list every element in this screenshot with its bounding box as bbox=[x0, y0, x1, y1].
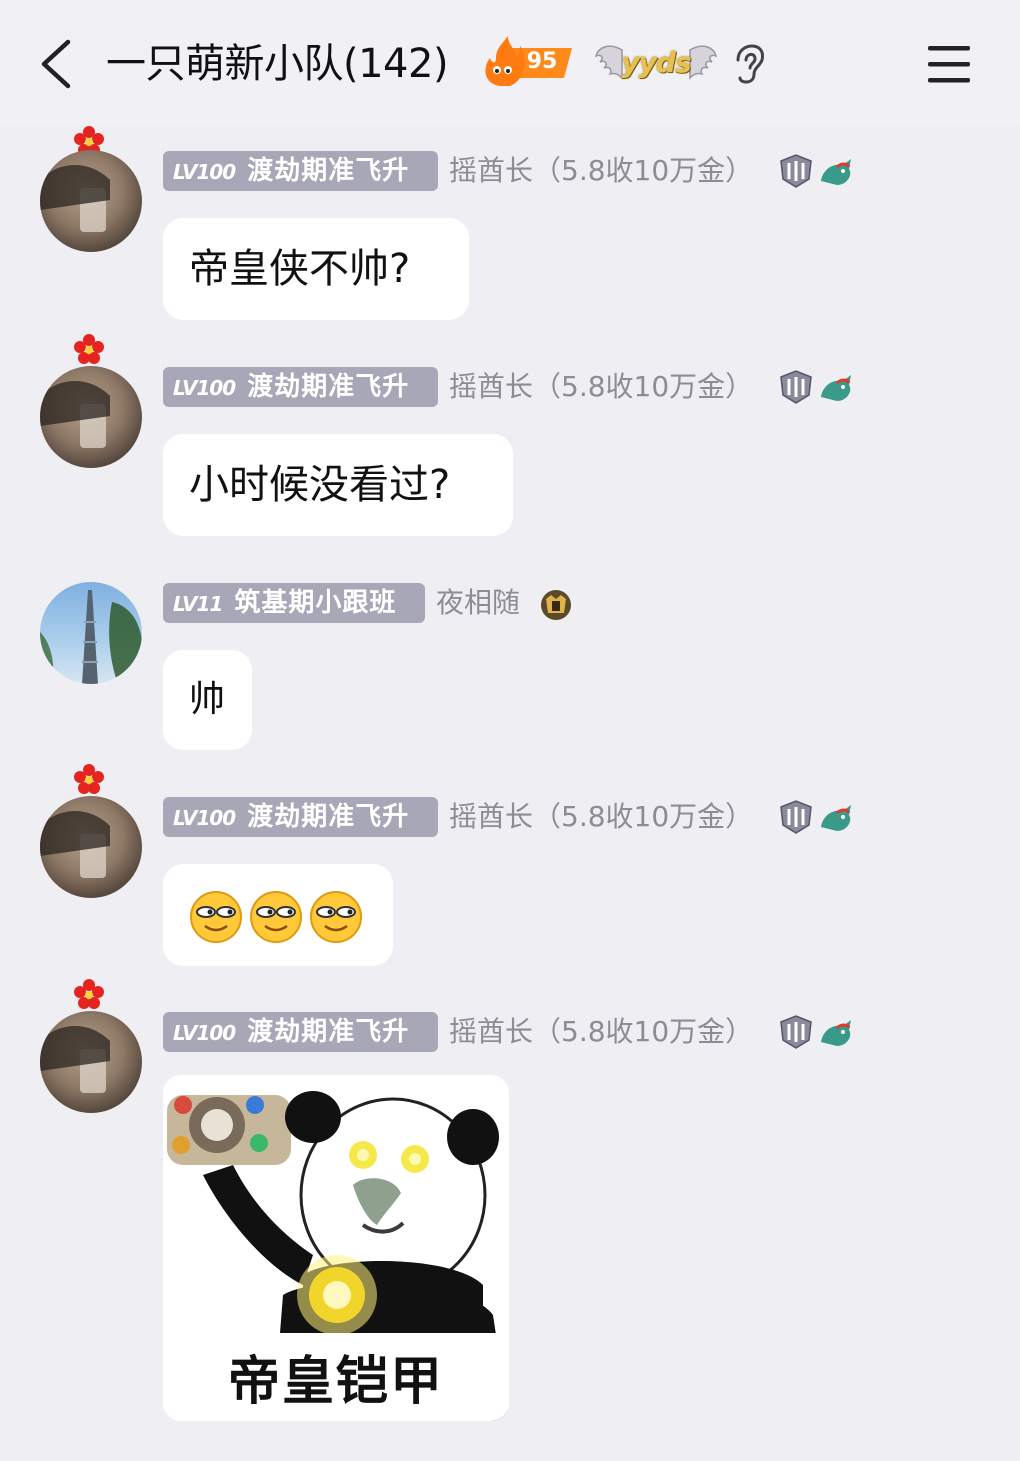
message-bubble[interactable]: 帝皇侠不帅? bbox=[163, 218, 469, 320]
message-bubble[interactable] bbox=[163, 864, 393, 966]
sticker-caption: 帝皇铠甲 bbox=[227, 1352, 444, 1412]
sticker-image[interactable]: 帝皇铠甲 bbox=[163, 1075, 509, 1421]
level-rank: 筑基期小跟班 bbox=[234, 588, 397, 618]
sender-row: LV100 渡劫期准飞升 摇酋长（5.8收10万金） bbox=[163, 797, 863, 837]
message-bubble[interactable]: 小时候没看过? bbox=[163, 434, 513, 536]
level-value: LV100 bbox=[173, 1021, 236, 1045]
avatar[interactable] bbox=[40, 150, 142, 252]
level-value: LV100 bbox=[173, 376, 236, 400]
red-flower-icon bbox=[74, 764, 104, 794]
chat-message: LV100 渡劫期准飞升 摇酋长（5.8收10万金） 帝皇侠不帅? bbox=[0, 124, 1020, 330]
level-value: LV11 bbox=[173, 592, 223, 616]
shield-badge-icon bbox=[780, 800, 812, 834]
sender-name[interactable]: 摇酋长（5.8收10万金） bbox=[449, 151, 753, 191]
smirk-emoji-icon bbox=[310, 891, 362, 943]
chat-message: LV11 筑基期小跟班 夜相随 帅 bbox=[0, 582, 1020, 752]
sender-row: LV100 渡劫期准飞升 摇酋长（5.8收10万金） bbox=[163, 1012, 863, 1052]
avatar[interactable] bbox=[40, 1011, 142, 1113]
avatar[interactable] bbox=[40, 796, 142, 898]
sender-name[interactable]: 摇酋长（5.8收10万金） bbox=[449, 1012, 753, 1052]
level-tag: LV100 渡劫期准飞升 bbox=[163, 1012, 438, 1052]
chat-header: 一只萌新小队(142) 95 yyds bbox=[0, 0, 1020, 126]
fire-count: 95 bbox=[526, 49, 558, 74]
level-value: LV100 bbox=[173, 160, 236, 184]
chat-message: LV100 渡劫期准飞升 摇酋长（5.8收10万金） bbox=[0, 977, 1020, 1421]
dragon-badge-icon bbox=[821, 805, 851, 831]
smirk-emoji-icon bbox=[250, 891, 302, 943]
level-rank: 渡劫期准飞升 bbox=[247, 156, 410, 186]
group-title[interactable]: 一只萌新小队(142) bbox=[106, 36, 449, 92]
chat-message: LV100 渡劫期准飞升 摇酋长（5.8收10万金） bbox=[0, 762, 1020, 968]
back-button[interactable] bbox=[34, 34, 84, 94]
yyds-label: yyds bbox=[621, 46, 691, 79]
avatar[interactable] bbox=[40, 366, 142, 468]
dragon-badge-icon bbox=[821, 1020, 851, 1046]
menu-button[interactable] bbox=[922, 40, 976, 88]
level-tag: LV100 渡劫期准飞升 bbox=[163, 797, 438, 837]
chat-message: LV100 渡劫期准飞升 摇酋长（5.8收10万金） 小时候没看过? bbox=[0, 332, 1020, 538]
ear-icon[interactable] bbox=[730, 42, 766, 86]
shield-badge-icon bbox=[780, 370, 812, 404]
sender-row: LV100 渡劫期准飞升 摇酋长（5.8收10万金） bbox=[163, 151, 863, 191]
shield-badge-icon bbox=[780, 1015, 812, 1049]
message-bubble[interactable]: 帅 bbox=[163, 650, 252, 750]
yyds-badge[interactable]: yyds bbox=[594, 38, 718, 88]
menu-icon bbox=[928, 46, 970, 83]
level-tag: LV100 渡劫期准飞升 bbox=[163, 151, 438, 191]
avatar[interactable] bbox=[40, 582, 142, 684]
level-tag: LV11 筑基期小跟班 bbox=[163, 583, 425, 623]
message-text: 小时候没看过? bbox=[189, 462, 451, 508]
level-value: LV100 bbox=[173, 806, 236, 830]
sender-name[interactable]: 摇酋长（5.8收10万金） bbox=[449, 367, 753, 407]
dragon-badge-icon bbox=[821, 375, 851, 401]
shield-badge-icon bbox=[780, 154, 812, 188]
red-flower-icon bbox=[74, 979, 104, 1009]
level-rank: 渡劫期准飞升 bbox=[247, 802, 410, 832]
level-crown-badge-icon bbox=[541, 590, 571, 620]
level-rank: 渡劫期准飞升 bbox=[247, 372, 410, 402]
sender-name[interactable]: 夜相随 bbox=[436, 583, 520, 623]
fire-streak-badge[interactable]: 95 bbox=[480, 36, 578, 88]
sender-row: LV11 筑基期小跟班 夜相随 bbox=[163, 583, 663, 623]
message-text: 帝皇侠不帅? bbox=[189, 246, 411, 292]
back-arrow-icon bbox=[41, 39, 71, 89]
dragon-badge-icon bbox=[821, 159, 851, 185]
red-flower-icon bbox=[74, 334, 104, 364]
level-rank: 渡劫期准飞升 bbox=[247, 1017, 410, 1047]
smirk-emoji-icon bbox=[190, 891, 242, 943]
sender-name[interactable]: 摇酋长（5.8收10万金） bbox=[449, 797, 753, 837]
sender-row: LV100 渡劫期准飞升 摇酋长（5.8收10万金） bbox=[163, 367, 863, 407]
message-text: 帅 bbox=[189, 679, 226, 720]
level-tag: LV100 渡劫期准飞升 bbox=[163, 367, 438, 407]
